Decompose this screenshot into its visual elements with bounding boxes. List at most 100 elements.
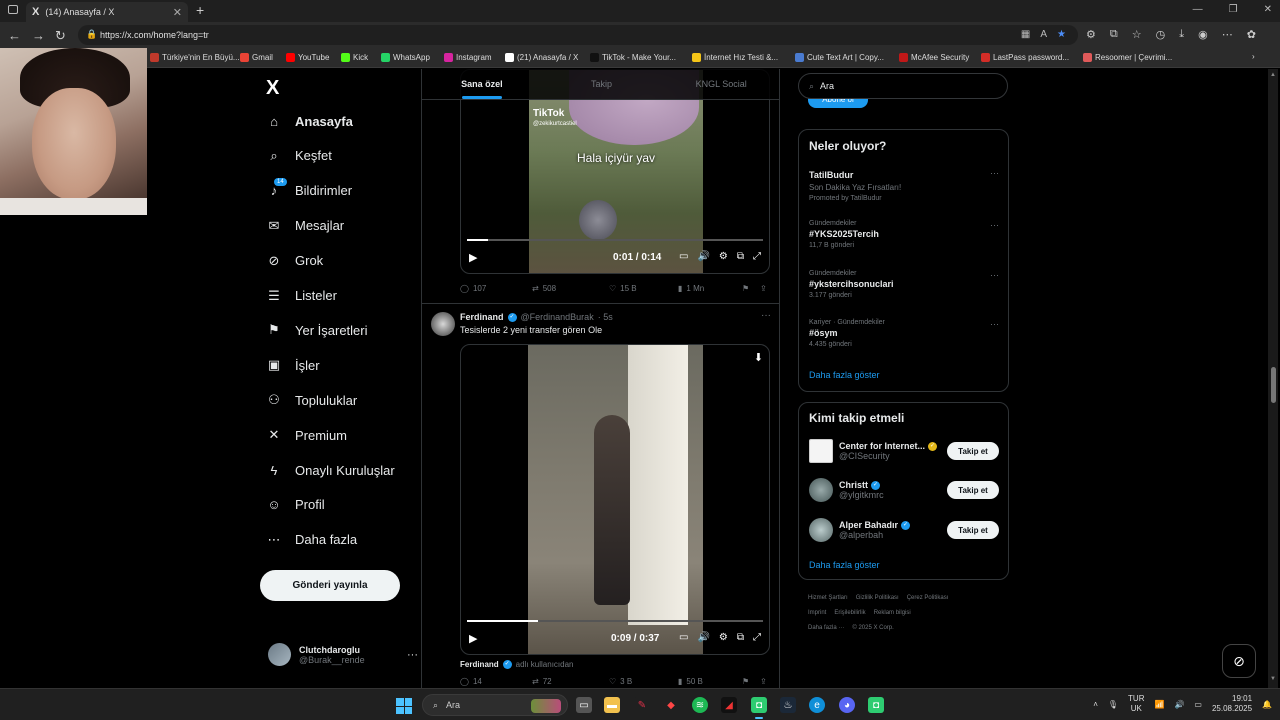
browser-tab[interactable]: X (14) Anasayfa / X ✕	[26, 2, 188, 22]
search-input[interactable]: ⌕ Ara	[798, 73, 1008, 99]
sidebar-item-onaylı-kuruluşlar[interactable]: ϟ Onaylı Kuruluşlar	[266, 462, 395, 478]
settings-icon[interactable]: ⚙	[719, 251, 728, 262]
avatar[interactable]	[809, 518, 833, 542]
trend-item[interactable]: TatilBudur Son Dakika Yaz Fırsatları! Prom…	[809, 168, 999, 202]
steam-icon[interactable]: ♨	[780, 697, 796, 713]
video-player[interactable]: ⬇ ▶ 0:09 / 0:37 ▭ 🔊 ⚙ ⧉ ⤢	[460, 344, 770, 655]
bookmark-item[interactable]: (21) Anasayfa / X	[505, 53, 578, 62]
follow-suggestion[interactable]: Christt ✓ @ylgitkmrc Takip et	[809, 477, 999, 503]
language-indicator[interactable]: TUR UK	[1128, 694, 1144, 714]
footer-link[interactable]: Gizlilik Politikası	[856, 595, 899, 601]
kick-app-icon[interactable]: ◘	[868, 697, 884, 713]
reply-button[interactable]: ◯ 107	[460, 284, 532, 293]
forward-icon[interactable]: →	[32, 28, 45, 43]
page-scrollbar[interactable]	[1268, 69, 1278, 688]
bookmark-item[interactable]: Kick	[341, 53, 368, 62]
more-dots-icon[interactable]: ···	[407, 649, 418, 661]
bookmark-item[interactable]: LastPass password...	[981, 53, 1069, 62]
follow-button[interactable]: Takip et	[947, 521, 999, 539]
microphone-icon[interactable]: 🎙	[1108, 700, 1118, 709]
trends-show-more-link[interactable]: Daha fazla göster	[809, 370, 880, 380]
suggestion-name[interactable]: Center for Internet...	[839, 441, 925, 451]
reply-button[interactable]: ◯ 14	[460, 677, 532, 686]
post-button[interactable]: Gönderi yayınla	[260, 570, 400, 601]
fullscreen-icon[interactable]: ⤢	[753, 632, 761, 643]
edge-browser-icon[interactable]: e	[809, 697, 825, 713]
close-tab-icon[interactable]: ✕	[173, 6, 182, 19]
video-progress-bar[interactable]	[467, 620, 763, 622]
back-icon[interactable]: ←	[8, 28, 21, 43]
bookmark-item[interactable]: WhatsApp	[381, 53, 430, 62]
red-diamond-app-icon[interactable]: ◆	[663, 697, 679, 713]
url-bar[interactable]: 🔒 https://x.com/home?lang=tr ▦ A ★	[78, 25, 1078, 45]
like-button[interactable]: ♡ 3 B	[609, 677, 678, 686]
trend-item[interactable]: Kariyer · Gündemdekiler #ösym 4.435 gönder…	[809, 319, 999, 348]
like-button[interactable]: ♡ 15 B	[609, 284, 678, 293]
sidebar-item-i-şler[interactable]: ▣ İşler	[266, 357, 320, 373]
repost-button[interactable]: ⇄ 72	[532, 677, 609, 686]
sidebar-item-yer-i-şaretleri[interactable]: ⚑ Yer İşaretleri	[266, 322, 367, 338]
app-icon[interactable]: ▦	[1021, 29, 1030, 40]
tweet-age[interactable]: · 5s	[598, 312, 613, 322]
trend-item[interactable]: Gündemdekiler #YKS2025Tercih 11,7 B gönder…	[809, 220, 999, 249]
captions-icon[interactable]: ▭	[679, 251, 688, 262]
kick-app-icon[interactable]: ◘	[751, 697, 767, 719]
follow-button[interactable]: Takip et	[947, 481, 999, 499]
favorite-star-icon[interactable]: ★	[1057, 29, 1066, 40]
bookmark-item[interactable]: Instagram	[444, 53, 492, 62]
capcut-icon[interactable]: ◢	[721, 697, 737, 713]
footer-link[interactable]: Hizmet Şartları	[808, 595, 848, 601]
close-window-icon[interactable]: ✕	[1264, 4, 1272, 15]
footer-link[interactable]: Erişilebilirlik	[834, 610, 865, 616]
suggestion-name[interactable]: Alper Bahadır	[839, 520, 898, 530]
notification-icon[interactable]: 🔔	[1262, 700, 1272, 709]
captions-icon[interactable]: ▭	[679, 632, 688, 643]
footer-link[interactable]: © 2025 X Corp.	[852, 625, 893, 631]
bookmark-button[interactable]: ⚑	[742, 677, 760, 686]
new-tab-icon[interactable]: +	[196, 2, 204, 18]
read-aloud-icon[interactable]: A	[1040, 29, 1047, 40]
more-dots-icon[interactable]: ···	[761, 310, 771, 321]
bookmark-item[interactable]: Resoomer | Çevrimi...	[1083, 53, 1172, 62]
wifi-icon[interactable]: 📶	[1154, 700, 1164, 709]
sidebar-item-profil[interactable]: ☺ Profil	[266, 497, 324, 513]
reload-icon[interactable]: ↻	[55, 28, 66, 44]
taskbar-search-input[interactable]: ⌕ Ara	[422, 694, 568, 716]
views-button[interactable]: ▮ 1 Mn	[678, 284, 742, 293]
play-icon[interactable]: ▶	[469, 251, 477, 264]
sidebar-item-premium[interactable]: ✕ Premium	[266, 427, 347, 443]
grok-floating-button[interactable]: ⊘	[1222, 644, 1256, 678]
footer-link[interactable]: Reklam bilgisi	[874, 610, 911, 616]
bookmark-item[interactable]: TikTok - Make Your...	[590, 53, 676, 62]
follow-button[interactable]: Takip et	[947, 442, 999, 460]
extension-icon[interactable]: ⚙	[1086, 28, 1096, 41]
minimize-icon[interactable]: —	[1193, 4, 1203, 15]
volume-icon[interactable]: 🔊	[697, 632, 709, 643]
sidebar-item-listeler[interactable]: ☰ Listeler	[266, 288, 337, 304]
sidebar-item-bildirimler[interactable]: ♪ 14 Bildirimler	[266, 177, 352, 199]
bookmark-item[interactable]: İnternet Hız Testi &...	[692, 53, 778, 62]
x-logo-icon[interactable]: X	[266, 77, 279, 100]
sidebar-item-keşfet[interactable]: ⌕ Keşfet	[266, 148, 332, 164]
windows-start-icon[interactable]	[396, 698, 412, 714]
copilot-icon[interactable]: ✿	[1247, 28, 1256, 41]
share-button[interactable]: ⇪	[760, 284, 767, 293]
repost-button[interactable]: ⇄ 508	[532, 284, 609, 293]
sidebar-item-grok[interactable]: ⊘ Grok	[266, 253, 324, 269]
spotify-icon[interactable]: ≋	[692, 697, 708, 713]
follow-suggestion[interactable]: Center for Internet... ✓ @CISecurity Takip …	[809, 438, 999, 464]
sidebar-item-mesajlar[interactable]: ✉ Mesajlar	[266, 218, 345, 234]
menu-dots-icon[interactable]: ⋯	[1222, 28, 1233, 41]
split-screen-icon[interactable]: ⧉	[1110, 28, 1118, 41]
tab-kngl-social[interactable]: KNGL Social	[661, 69, 779, 99]
chevron-up-icon[interactable]: ˄	[1093, 700, 1098, 709]
scroll-up-icon[interactable]: ▲	[1270, 72, 1276, 78]
pip-icon[interactable]: ⧉	[737, 632, 744, 643]
favorites-icon[interactable]: ☆	[1132, 28, 1142, 41]
trend-item[interactable]: Gündemdekiler #ykstercihsonuclari 3.177 gö…	[809, 270, 999, 299]
profile-avatar-icon[interactable]: ◉	[1198, 28, 1208, 41]
follow-suggestion[interactable]: Alper Bahadır ✓ @alperbah Takip et	[809, 517, 999, 543]
bookmark-item[interactable]: Cute Text Art | Copy...	[795, 53, 884, 62]
bookmark-item[interactable]: Gmail	[240, 53, 273, 62]
suggestion-name[interactable]: Christt	[839, 480, 868, 490]
